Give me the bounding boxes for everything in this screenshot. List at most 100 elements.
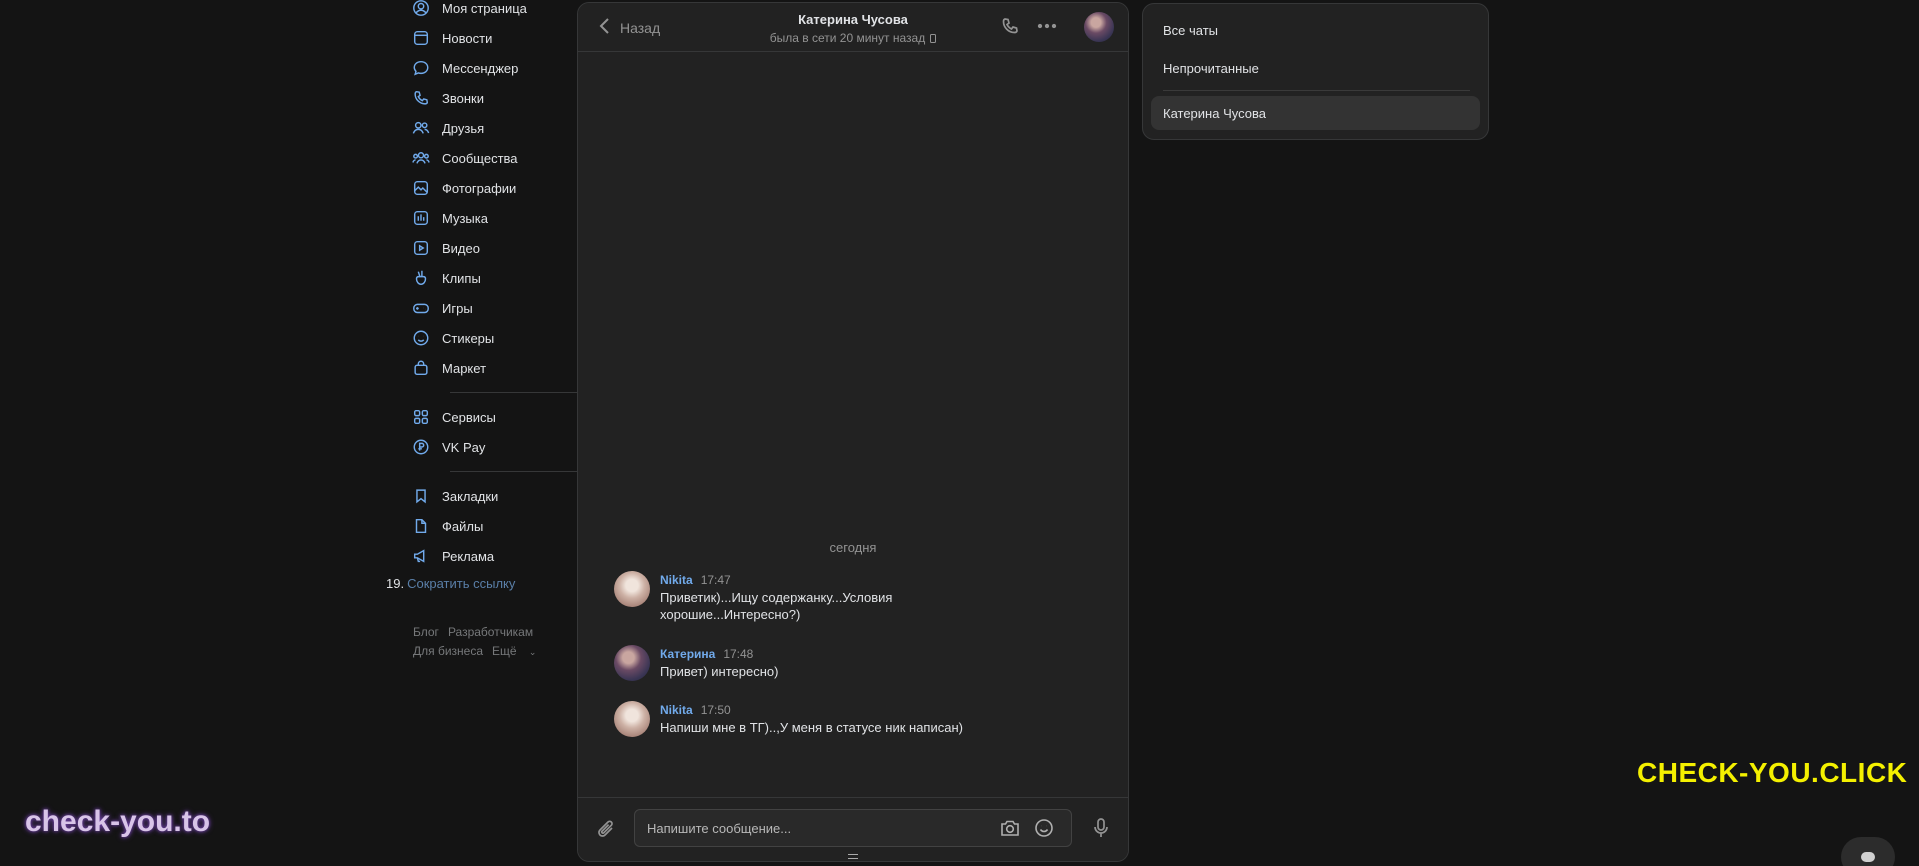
shopping-bag-icon — [410, 357, 432, 379]
chat-fab-button[interactable] — [1841, 837, 1895, 866]
nav-item-label: Новости — [442, 30, 493, 46]
footer-link-developers[interactable]: Разработчикам — [448, 625, 533, 639]
nav-item-music[interactable]: Музыка — [410, 205, 565, 231]
gamepad-icon — [410, 297, 432, 319]
nav-item-my-page[interactable]: Моя страница — [410, 0, 565, 21]
message-author[interactable]: Катерина — [660, 647, 715, 661]
message-meta: Nikita 17:50 — [660, 703, 731, 717]
music-icon — [410, 207, 432, 229]
paperclip-icon — [596, 820, 618, 846]
nav-item-label: Сервисы — [442, 409, 496, 425]
date-separator: сегодня — [829, 540, 877, 555]
avatar[interactable] — [614, 645, 650, 681]
nav-item-bookmarks[interactable]: Закладки — [410, 483, 565, 509]
message-composer — [578, 797, 1128, 861]
avatar[interactable] — [614, 701, 650, 737]
smile-icon — [410, 327, 432, 349]
folder-divider — [1163, 90, 1470, 91]
chat-bubble-icon — [1861, 852, 1875, 862]
watermark-right: CHECK-YOU.CLICK — [1637, 757, 1908, 788]
message-input[interactable] — [647, 810, 967, 846]
chat-header: Назад Катерина Чусова была в сети 20 мин… — [578, 3, 1128, 52]
nav-item-video[interactable]: Видео — [410, 235, 565, 261]
folder-pinned-chat[interactable]: Катерина Чусова — [1151, 96, 1480, 130]
call-button[interactable] — [1000, 16, 1020, 41]
message-time: 17:50 — [700, 703, 731, 717]
folder-unread[interactable]: Непрочитанные — [1151, 51, 1480, 85]
watermark-left: check-you.to — [25, 805, 211, 838]
message-time: 17:48 — [723, 647, 754, 661]
nav-item-label: Друзья — [442, 120, 485, 136]
mobile-device-icon — [930, 34, 937, 43]
message-author[interactable]: Nikita — [660, 703, 693, 717]
nav-item-calls[interactable]: Звонки — [410, 85, 565, 111]
nav-item-label: Стикеры — [442, 330, 495, 346]
nav-item-games[interactable]: Игры — [410, 295, 565, 321]
nav-item-label: Фотографии — [442, 180, 517, 196]
nav-item-market[interactable]: Маркет — [410, 355, 565, 381]
communities-icon — [410, 147, 432, 169]
message-meta: Nikita 17:47 — [660, 573, 731, 587]
chat-bubble-icon — [410, 57, 432, 79]
chat-panel: Назад Катерина Чусова была в сети 20 мин… — [577, 2, 1129, 862]
nav-item-label: Закладки — [442, 488, 499, 504]
clips-icon — [410, 267, 432, 289]
nav-item-label: Мессенджер — [442, 60, 519, 76]
footer-links-row-2: Для бизнеса Ещё ⌄ — [413, 644, 554, 658]
nav-item-label: Реклама — [442, 548, 495, 564]
nav-item-clips[interactable]: Клипы — [410, 265, 565, 291]
voice-message-button[interactable] — [1092, 817, 1110, 844]
message-text: Привет) интересно) — [660, 664, 779, 679]
nav-item-label: Сообщества — [442, 150, 518, 166]
shorten-link[interactable]: Сократить ссылку — [407, 576, 515, 591]
folder-all-chats[interactable]: Все чаты — [1151, 13, 1480, 47]
bookmark-icon — [410, 485, 432, 507]
emoji-icon[interactable] — [1034, 818, 1054, 843]
megaphone-icon — [410, 545, 432, 567]
footer-link-business[interactable]: Для бизнеса — [413, 644, 483, 658]
nav-item-friends[interactable]: Друзья — [410, 115, 565, 141]
shorten-number: 19. — [386, 576, 405, 591]
nav-item-label: Видео — [442, 240, 480, 256]
nav-item-label: Игры — [442, 300, 473, 316]
nav-item-messenger[interactable]: Мессенджер — [410, 55, 565, 81]
nav-item-label: VK Pay — [442, 439, 486, 455]
nav-item-vk-pay[interactable]: VK Pay — [410, 434, 565, 460]
nav-item-label: Клипы — [442, 270, 481, 286]
nav-item-files[interactable]: Файлы — [410, 513, 565, 539]
more-horizontal-icon — [1036, 20, 1058, 37]
photo-icon — [410, 177, 432, 199]
nav-item-services[interactable]: Сервисы — [410, 404, 565, 430]
nav-item-photos[interactable]: Фотографии — [410, 175, 565, 201]
avatar[interactable] — [614, 571, 650, 607]
user-circle-icon — [410, 0, 432, 19]
peer-avatar[interactable] — [1084, 12, 1114, 42]
peer-status-text: была в сети 20 минут назад — [769, 31, 926, 45]
nav-item-label: Музыка — [442, 210, 488, 226]
message-input-wrapper — [634, 809, 1072, 847]
nav-item-label: Моя страница — [442, 0, 527, 16]
nav-item-stickers[interactable]: Стикеры — [410, 325, 565, 351]
footer-link-more[interactable]: Ещё ⌄ — [492, 644, 545, 658]
attach-button[interactable] — [596, 818, 618, 847]
footer-links-row-1: Блог Разработчикам — [413, 625, 542, 639]
message-time: 17:47 — [700, 573, 731, 587]
nav-item-news[interactable]: Новости — [410, 25, 565, 51]
message-author[interactable]: Nikita — [660, 573, 693, 587]
message-text: Приветик)...Ищу содержанку...Условия хор… — [660, 590, 893, 622]
phone-icon — [1000, 18, 1020, 40]
resize-handle[interactable] — [848, 854, 858, 859]
more-options-button[interactable] — [1036, 19, 1058, 38]
camera-icon[interactable] — [999, 818, 1021, 843]
peer-status: была в сети 20 минут назад — [769, 31, 937, 45]
nav-item-communities[interactable]: Сообщества — [410, 145, 565, 171]
nav-item-label: Маркет — [442, 360, 487, 376]
message-text: Напиши мне в ТГ)..,У меня в статусе ник … — [660, 720, 963, 735]
chat-folders-panel: Все чаты Непрочитанные Катерина Чусова — [1142, 3, 1489, 140]
vkpay-icon — [410, 436, 432, 458]
nav-item-label: Файлы — [442, 518, 484, 534]
newspaper-icon — [410, 27, 432, 49]
friends-icon — [410, 117, 432, 139]
footer-link-blog[interactable]: Блог — [413, 625, 439, 639]
nav-item-ads[interactable]: Реклама — [410, 543, 565, 569]
